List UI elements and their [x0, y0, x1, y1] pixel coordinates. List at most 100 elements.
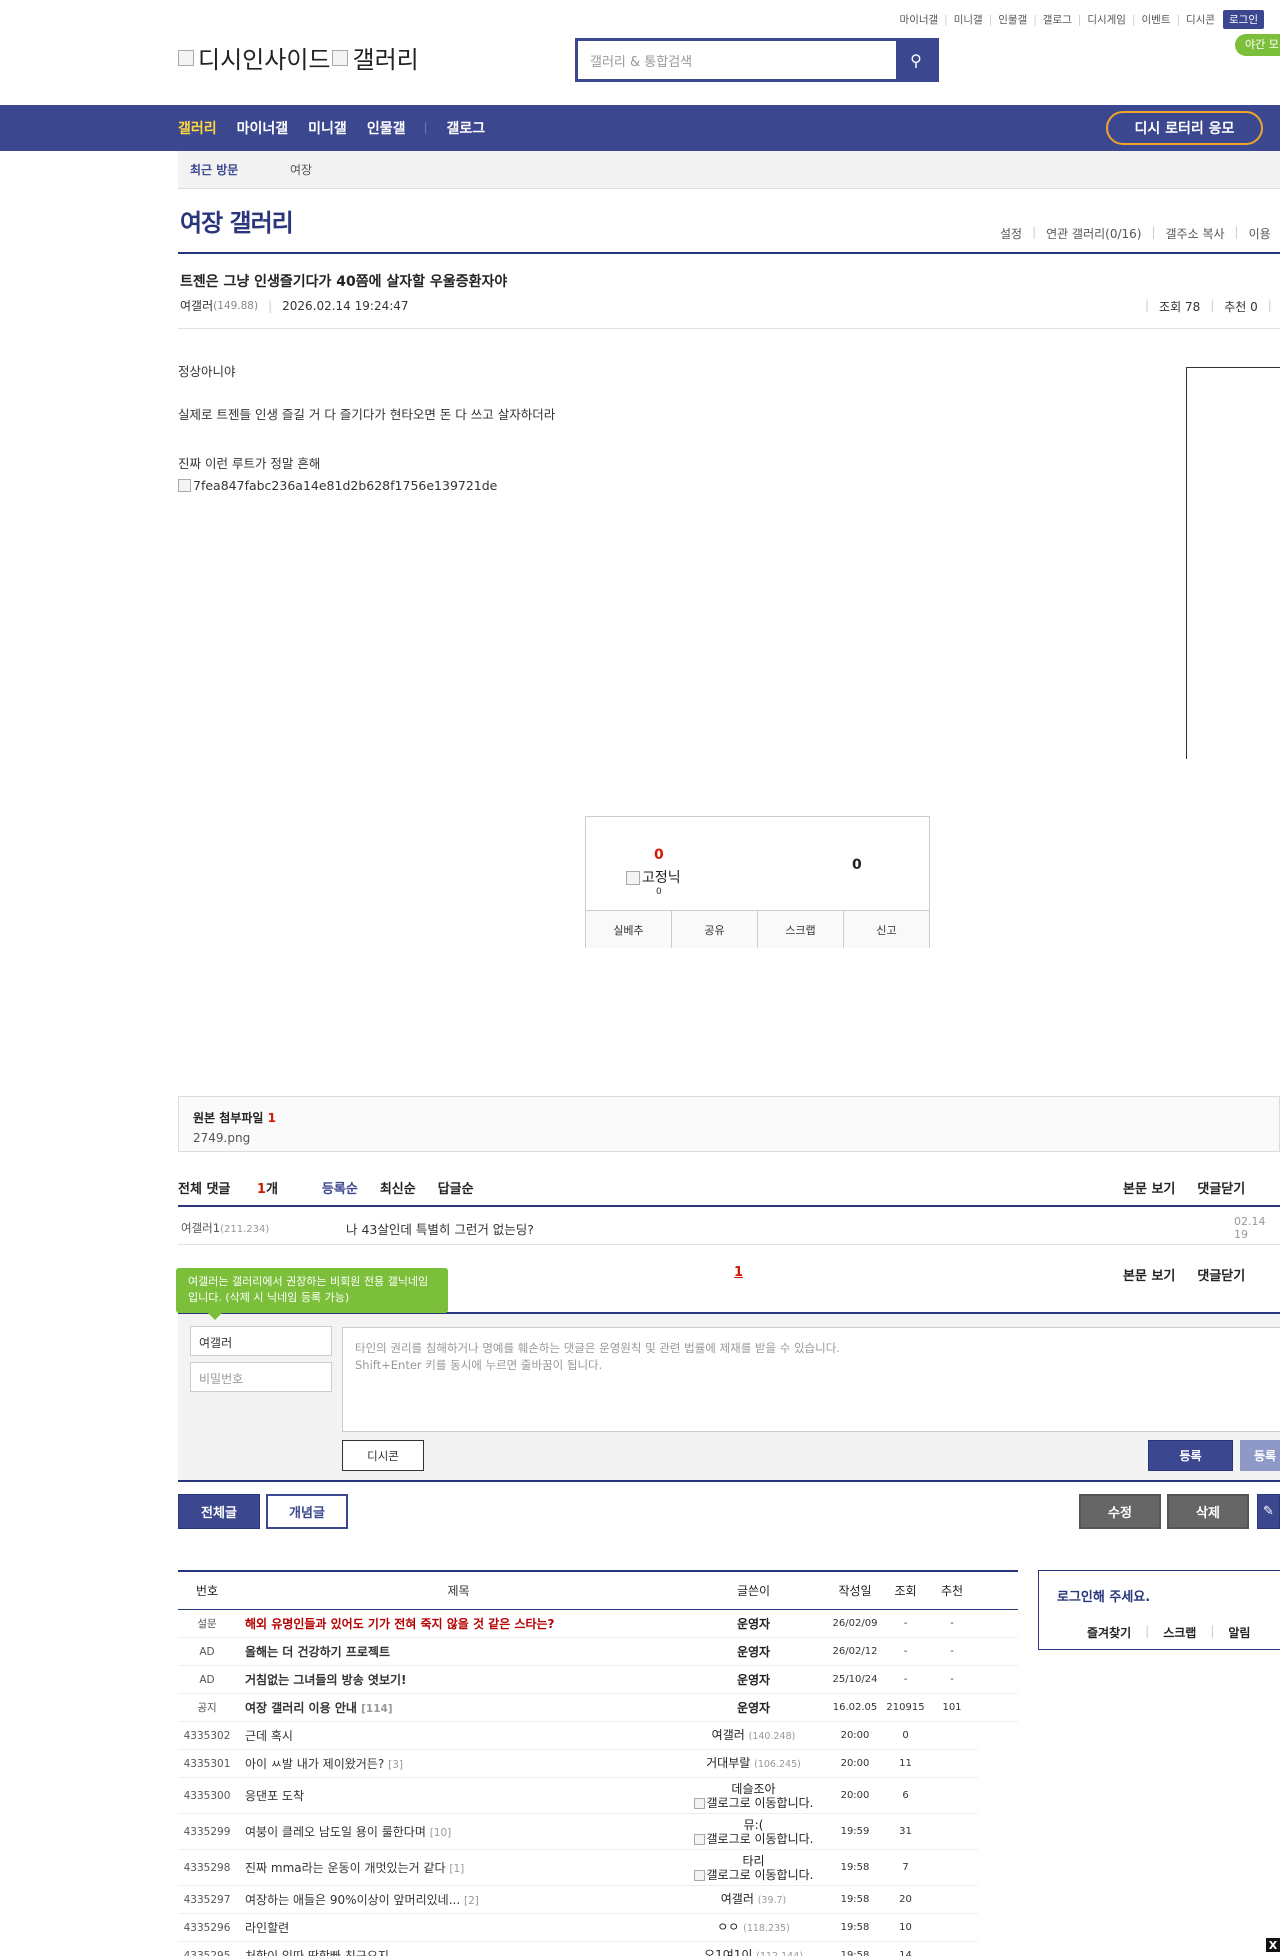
- row-title[interactable]: 근데 혹시: [236, 1727, 681, 1744]
- gallog-link[interactable]: 갤로그로 이동합니다.: [681, 1796, 826, 1810]
- sort-latest[interactable]: 최신순: [380, 1178, 416, 1197]
- top-link-gallog[interactable]: 갤로그: [1043, 12, 1072, 27]
- scrap-button[interactable]: 스크랩: [758, 911, 844, 948]
- view-body-link[interactable]: 본문 보기: [1123, 1265, 1175, 1284]
- concept-posts-button[interactable]: 개념글: [266, 1494, 348, 1529]
- downvote-count[interactable]: 0: [852, 857, 862, 873]
- row-title[interactable]: 올해는 더 건강하기 프로젝트: [236, 1643, 681, 1660]
- copy-address-link[interactable]: 갤주소 복사: [1166, 225, 1225, 242]
- notification-link[interactable]: 알림: [1228, 1624, 1250, 1641]
- edit-button[interactable]: 수정: [1079, 1494, 1161, 1529]
- share-button[interactable]: 공유: [672, 911, 758, 948]
- view-body-link[interactable]: 본문 보기: [1123, 1178, 1175, 1197]
- recent-visit-item[interactable]: 여장: [290, 161, 312, 178]
- table-row[interactable]: AD 올해는 더 건강하기 프로젝트 운영자 26/02/12 - -: [178, 1638, 1018, 1666]
- login-prompt[interactable]: 로그인해 주세요.: [1057, 1586, 1150, 1605]
- row-title[interactable]: 거침없는 그녀들의 방송 엿보기!: [236, 1671, 681, 1688]
- attachment-file[interactable]: 2749.png: [193, 1131, 1265, 1145]
- post-author[interactable]: 여갤러: [180, 297, 213, 314]
- top-link-dcon[interactable]: 디시콘: [1186, 12, 1215, 27]
- row-writer[interactable]: 오1여1이 (112.144): [681, 1948, 826, 1956]
- delete-button[interactable]: 삭제: [1167, 1494, 1249, 1529]
- comment-textarea[interactable]: 타인의 권리를 침해하거나 명예를 훼손하는 댓글은 운영원칙 및 관련 법률에…: [342, 1327, 1280, 1432]
- write-button[interactable]: ✎: [1257, 1494, 1280, 1529]
- lottery-button[interactable]: 디시 로터리 응모: [1106, 111, 1263, 145]
- dcon-button[interactable]: 디시콘: [342, 1440, 424, 1471]
- row-writer[interactable]: 데슬조아 갤로그로 이동합니다.: [681, 1782, 826, 1810]
- row-writer[interactable]: 여갤러 (39.7): [681, 1892, 826, 1908]
- usage-link[interactable]: 이용: [1249, 225, 1271, 242]
- close-comments-link[interactable]: 댓글닫기: [1197, 1265, 1245, 1284]
- row-comment-count[interactable]: [114]: [361, 1703, 393, 1715]
- submit-comment-button[interactable]: 등록: [1148, 1440, 1233, 1471]
- best-recommend-button[interactable]: 실베추: [586, 911, 672, 948]
- row-title[interactable]: 라인할련: [236, 1919, 681, 1936]
- sort-registered[interactable]: 등록순: [322, 1178, 358, 1197]
- report-button[interactable]: 신고: [844, 911, 929, 948]
- close-icon[interactable]: X: [1266, 1938, 1280, 1952]
- nav-gallery[interactable]: 갤러리: [178, 118, 217, 138]
- top-link-game[interactable]: 디시게임: [1087, 12, 1126, 27]
- row-title[interactable]: 아이 ㅆ발 내가 제이왔거든? [3]: [236, 1755, 681, 1772]
- row-title[interactable]: 여붕이 클레오 남도일 용이 룰한다며 [10]: [236, 1823, 681, 1840]
- site-logo[interactable]: 디시인사이드 갤러리: [178, 40, 419, 75]
- top-link-person[interactable]: 인물갤: [998, 12, 1027, 27]
- row-title[interactable]: 응댄포 도착: [236, 1787, 681, 1804]
- favorites-link[interactable]: 즐겨찾기: [1087, 1624, 1131, 1641]
- row-writer[interactable]: 운영자: [681, 1617, 826, 1631]
- table-row[interactable]: 4335302 근데 혹시 여갤러 (140.248) 20:00 0: [178, 1722, 978, 1750]
- search-input[interactable]: 갤러리 & 통합검색: [578, 41, 896, 79]
- nav-mini[interactable]: 미니갤: [308, 118, 347, 138]
- row-title[interactable]: 처항이 있따 딴함빠 친구오지: [236, 1947, 681, 1956]
- row-title[interactable]: 해외 유명인들과 있어도 기가 전혀 죽지 않을 것 같은 스타는?: [236, 1615, 681, 1632]
- upvote-count[interactable]: 0: [654, 847, 664, 863]
- table-row[interactable]: 4335296 라인할련 ㅇㅇ (118.235) 19:58 10: [178, 1914, 978, 1942]
- table-row[interactable]: 4335300 응댄포 도착 데슬조아 갤로그로 이동합니다. 20:00 6: [178, 1778, 978, 1814]
- row-writer[interactable]: 운영자: [681, 1701, 826, 1715]
- login-button[interactable]: 로그인: [1223, 10, 1264, 29]
- table-row[interactable]: 4335301 아이 ㅆ발 내가 제이왔거든? [3] 거대부랄 (106.245)…: [178, 1750, 978, 1778]
- row-comment-count[interactable]: [3]: [388, 1759, 403, 1771]
- row-title[interactable]: 여장 갤러리 이용 안내 [114]: [236, 1699, 681, 1716]
- table-row[interactable]: AD 거침없는 그녀들의 방송 엿보기! 운영자 25/10/24 - -: [178, 1666, 1018, 1694]
- top-link-event[interactable]: 이벤트: [1142, 12, 1171, 27]
- row-writer[interactable]: 뮤:(갤로그로 이동합니다.: [681, 1818, 826, 1846]
- table-row[interactable]: 4335297 여장하는 애들은 90%이상이 앞머리있네... [2] 여갤러 (…: [178, 1886, 978, 1914]
- row-writer[interactable]: 타리 갤로그로 이동합니다.: [681, 1854, 826, 1882]
- row-title[interactable]: 여장하는 애들은 90%이상이 앞머리있네... [2]: [236, 1891, 681, 1908]
- gallery-title[interactable]: 여장 갤러리: [180, 203, 294, 238]
- comment-author[interactable]: 여갤러1(211.234): [178, 1220, 346, 1236]
- row-writer[interactable]: 운영자: [681, 1673, 826, 1687]
- submit-dcon-button[interactable]: 등록: [1240, 1440, 1280, 1471]
- table-row[interactable]: 4335298 진짜 mma라는 운동이 개멋있는거 같다 [1] 타리 갤로그로 이…: [178, 1850, 978, 1886]
- scrap-link[interactable]: 스크랩: [1163, 1624, 1196, 1641]
- gallog-link[interactable]: 갤로그로 이동합니다.: [681, 1868, 826, 1882]
- close-comments-link[interactable]: 댓글닫기: [1197, 1178, 1245, 1197]
- row-comment-count[interactable]: [10]: [430, 1827, 452, 1839]
- nav-minor[interactable]: 마이너갤: [237, 118, 289, 138]
- top-link-mini[interactable]: 미니갤: [954, 12, 983, 27]
- all-posts-button[interactable]: 전체글: [178, 1494, 260, 1529]
- row-writer[interactable]: ㅇㅇ (118.235): [681, 1920, 826, 1936]
- gallog-link[interactable]: 갤로그로 이동합니다.: [681, 1832, 826, 1846]
- related-gallery-link[interactable]: 연관 갤러리(0/16): [1046, 225, 1141, 242]
- row-writer[interactable]: 여갤러 (140.248): [681, 1728, 826, 1744]
- search-button[interactable]: ⚲: [896, 41, 936, 79]
- row-title[interactable]: 진짜 mma라는 운동이 개멋있는거 같다 [1]: [236, 1859, 681, 1876]
- sort-replies[interactable]: 답글순: [438, 1178, 474, 1197]
- comment-page-1[interactable]: 1: [734, 1265, 743, 1280]
- nav-person[interactable]: 인물갤: [367, 118, 406, 138]
- table-row[interactable]: 공지 여장 갤러리 이용 안내 [114] 운영자 16.02.05 210915 101: [178, 1694, 1018, 1722]
- nickname-field[interactable]: 여갤러: [190, 1326, 332, 1356]
- row-writer[interactable]: 거대부랄 (106.245): [681, 1756, 826, 1772]
- table-row[interactable]: 설문 해외 유명인들과 있어도 기가 전혀 죽지 않을 것 같은 스타는? 운영자…: [178, 1610, 1018, 1638]
- table-row[interactable]: 4335299 여붕이 클레오 남도일 용이 룰한다며 [10] 뮤:(갤로그로 이…: [178, 1814, 978, 1850]
- password-field[interactable]: 비밀번호: [190, 1362, 332, 1392]
- top-link-minor[interactable]: 마이너갤: [900, 12, 939, 27]
- nav-gallog[interactable]: 갤로그: [446, 118, 485, 138]
- row-comment-count[interactable]: [1]: [449, 1863, 464, 1875]
- gallery-settings-link[interactable]: 설정: [1000, 225, 1022, 242]
- night-mode-button[interactable]: 야간 모: [1235, 34, 1280, 56]
- table-row[interactable]: 4335295 처항이 있따 딴함빠 친구오지 오1여1이 (112.144) 19…: [178, 1942, 978, 1956]
- row-comment-count[interactable]: [2]: [464, 1895, 479, 1907]
